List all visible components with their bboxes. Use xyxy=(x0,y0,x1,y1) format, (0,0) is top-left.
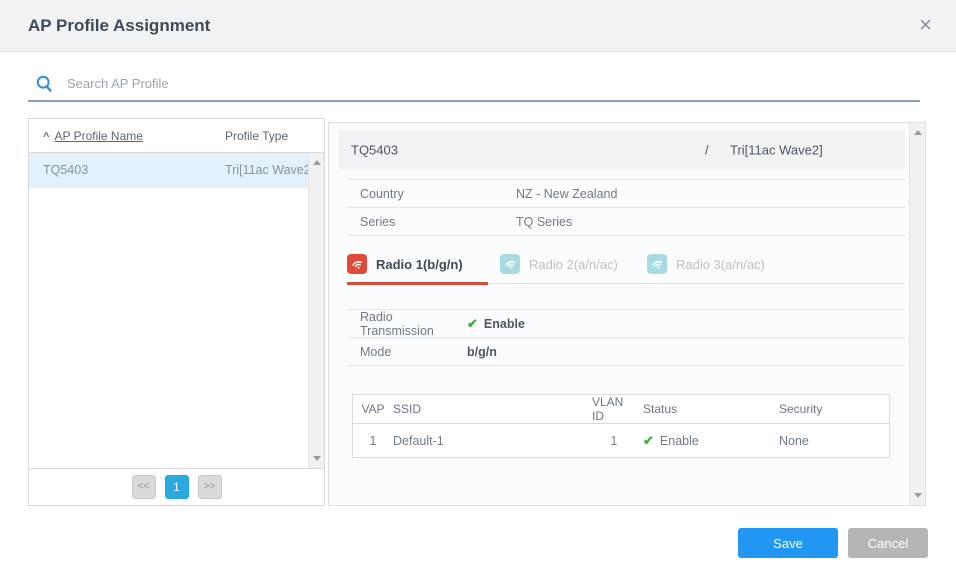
detail-scrollbar[interactable] xyxy=(909,123,925,505)
scroll-down-icon[interactable] xyxy=(313,456,321,461)
ssid-cell: Default-1 xyxy=(393,434,592,448)
mode-value: b/g/n xyxy=(467,345,905,359)
security-column-header: Security xyxy=(779,402,889,416)
dialog-header: AP Profile Assignment × xyxy=(0,0,956,52)
vap-table-header: VAP SSID VLAN ID Status Security xyxy=(353,395,889,424)
pagination-last-button[interactable]: >> xyxy=(198,475,222,499)
scroll-up-icon[interactable] xyxy=(914,130,922,135)
detail-profile-name: TQ5403 xyxy=(351,142,398,157)
tab-radio-3-label: Radio 3(a/n/ac) xyxy=(676,257,765,272)
mode-label: Mode xyxy=(347,345,467,359)
vap-cell: 1 xyxy=(353,434,393,448)
vap-table: VAP SSID VLAN ID Status Security 1 Defau… xyxy=(352,394,890,458)
radio-transmission-value: ✔Enable xyxy=(467,316,905,332)
detail-info-rows: Country NZ - New Zealand Series TQ Serie… xyxy=(347,179,905,236)
sort-asc-icon: ^ xyxy=(43,131,49,143)
pagination-first-button[interactable]: << xyxy=(132,475,156,499)
wifi-icon xyxy=(647,254,667,274)
profile-detail-panel: TQ5403 / Tri[11ac Wave2] Country NZ - Ne… xyxy=(328,122,926,506)
radio-settings-rows: Radio Transmission ✔Enable Mode b/g/n xyxy=(347,309,905,366)
radio-tabs: Radio 1(b/g/n) Radio 2(a/n/ac) xyxy=(347,246,905,284)
scroll-down-icon[interactable] xyxy=(914,493,922,498)
tab-radio-2-label: Radio 2(a/n/ac) xyxy=(529,257,618,272)
ap-profile-assignment-dialog: AP Profile Assignment × ^AP Profile Name… xyxy=(0,0,956,578)
close-icon[interactable]: × xyxy=(915,0,936,50)
wifi-icon xyxy=(500,254,520,274)
detail-title-separator: / xyxy=(705,142,709,157)
list-scrollbar[interactable] xyxy=(308,153,324,468)
series-label: Series xyxy=(347,215,516,229)
tab-radio-1-label: Radio 1(b/g/n) xyxy=(376,257,463,272)
country-label: Country xyxy=(347,187,516,201)
pagination-current-page-button[interactable]: 1 xyxy=(165,475,189,499)
profile-list-header: ^AP Profile Name Profile Type xyxy=(29,119,324,153)
wifi-icon xyxy=(347,254,367,274)
profile-type-cell: Tri[11ac Wave2] xyxy=(225,153,314,188)
radio-transmission-label: Radio Transmission xyxy=(347,310,467,338)
profile-list-panel: ^AP Profile Name Profile Type TQ5403 Tri… xyxy=(28,118,325,506)
status-column-header: Status xyxy=(636,402,779,416)
status-cell: ✔Enable xyxy=(636,433,779,449)
vap-table-row: 1 Default-1 1 ✔Enable None xyxy=(353,424,889,457)
check-icon: ✔ xyxy=(467,316,478,331)
detail-title-bar: TQ5403 / Tri[11ac Wave2] xyxy=(338,130,905,169)
save-button[interactable]: Save xyxy=(738,528,838,558)
vlan-id-column-header: VLAN ID xyxy=(592,395,636,423)
search-bar xyxy=(28,70,920,102)
profile-list-row[interactable]: TQ5403 Tri[11ac Wave2] xyxy=(29,153,324,188)
cancel-button[interactable]: Cancel xyxy=(848,528,928,558)
active-tab-underline xyxy=(347,282,488,285)
country-row: Country NZ - New Zealand xyxy=(347,180,905,208)
vap-column-header: VAP xyxy=(353,402,393,416)
search-input[interactable] xyxy=(67,76,920,95)
security-cell: None xyxy=(779,434,889,448)
column-header-profile-type[interactable]: Profile Type xyxy=(225,119,288,153)
country-value: NZ - New Zealand xyxy=(516,187,905,201)
profile-list-body: TQ5403 Tri[11ac Wave2] xyxy=(29,153,324,468)
series-row: Series TQ Series xyxy=(347,208,905,236)
profile-name-cell: TQ5403 xyxy=(43,153,88,188)
tab-radio-2[interactable]: Radio 2(a/n/ac) xyxy=(500,249,618,279)
search-icon xyxy=(36,75,53,92)
series-value: TQ Series xyxy=(516,215,905,229)
mode-row: Mode b/g/n xyxy=(347,338,905,366)
tab-radio-1[interactable]: Radio 1(b/g/n) xyxy=(347,249,463,279)
column-header-ap-profile-name[interactable]: ^AP Profile Name xyxy=(43,119,143,154)
tab-radio-3[interactable]: Radio 3(a/n/ac) xyxy=(647,249,765,279)
dialog-title: AP Profile Assignment xyxy=(28,0,210,52)
pagination: << 1 >> xyxy=(29,468,324,505)
radio-transmission-row: Radio Transmission ✔Enable xyxy=(347,310,905,338)
detail-profile-type: Tri[11ac Wave2] xyxy=(730,142,823,157)
vlan-id-cell: 1 xyxy=(592,434,636,448)
scroll-up-icon[interactable] xyxy=(313,160,321,165)
check-icon: ✔ xyxy=(643,433,654,448)
ssid-column-header: SSID xyxy=(393,402,592,416)
